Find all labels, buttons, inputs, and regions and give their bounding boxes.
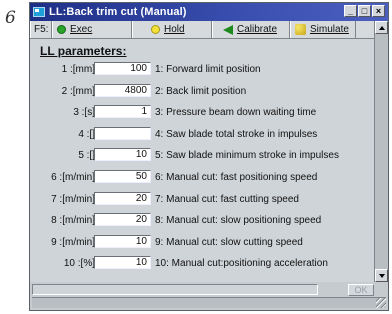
simulate-label: Simulate [310, 24, 349, 35]
parameter-description: 3: Pressure beam down waiting time [155, 107, 317, 119]
parameter-row: 8 :[m/min] 20 8: Manual cut: slow positi… [30, 211, 374, 233]
simulate-icon [295, 24, 306, 35]
parameter-row: 7 :[m/min] 20 7: Manual cut: fast cuttin… [30, 190, 374, 212]
parameter-description: 10: Manual cut:positioning acceleration [155, 258, 328, 270]
parameter-description: 7: Manual cut: fast cutting speed [155, 193, 299, 205]
exec-status-icon [57, 25, 66, 34]
parameter-description: 4: Saw blade total stroke in impulses [155, 128, 318, 140]
parameters-window: LL:Back trim cut (Manual) _ □ × F5: Exec… [29, 2, 389, 311]
title-bar[interactable]: LL:Back trim cut (Manual) _ □ × [30, 3, 388, 21]
parameter-input[interactable]: 10 [94, 148, 151, 162]
hold-button[interactable]: Hold [132, 21, 212, 38]
function-key-label: F5: [30, 21, 52, 38]
section-title: LL parameters: [40, 44, 127, 58]
parameter-unit-label: 9 :[m/min] [51, 236, 95, 248]
calibrate-arrow-icon [223, 24, 233, 35]
parameter-row: 5 :[] 10 5: Saw blade minimum stroke in … [30, 146, 374, 168]
parameter-list: 1 :[mm] 100 1: Forward limit position 2 … [30, 60, 374, 276]
hold-status-icon [151, 25, 160, 34]
parameter-unit-label: 1 :[mm] [61, 64, 95, 75]
scroll-down-button[interactable] [375, 269, 388, 282]
simulate-button[interactable]: Simulate [290, 21, 356, 38]
parameter-row: 6 :[m/min] 50 6: Manual cut: fast positi… [30, 168, 374, 190]
horizontal-scrollbar[interactable] [32, 297, 386, 308]
parameter-input[interactable]: 20 [94, 213, 151, 227]
parameter-input[interactable]: 10 [94, 256, 151, 270]
window-controls: _ □ × [344, 5, 385, 17]
vertical-scrollbar[interactable] [374, 21, 388, 282]
exec-button[interactable]: Exec [52, 21, 132, 38]
status-area: OK [32, 284, 386, 308]
hold-label: Hold [164, 24, 185, 35]
status-field [32, 284, 318, 295]
parameter-input[interactable] [94, 126, 151, 140]
parameter-row: 2 :[mm] 4800 2: Back limit position [30, 82, 374, 104]
exec-label: Exec [70, 24, 93, 35]
parameter-unit-label: 3 :[s] [73, 107, 95, 119]
parameter-description: 1: Forward limit position [155, 64, 261, 75]
parameter-row: 3 :[s] 1 3: Pressure beam down waiting t… [30, 103, 374, 125]
close-button[interactable]: × [372, 5, 385, 17]
parameter-description: 5: Saw blade minimum stroke in impulses [155, 150, 339, 162]
parameter-description: 8: Manual cut: slow positioning speed [155, 215, 322, 227]
window-title: LL:Back trim cut (Manual) [49, 6, 187, 18]
parameters-panel: LL parameters: 1 :[mm] 100 1: Forward li… [30, 39, 374, 282]
calibrate-label: Calibrate [237, 24, 278, 35]
parameter-input[interactable]: 20 [94, 191, 151, 205]
arrow-up-icon [378, 25, 385, 30]
figure-label: 6 [5, 8, 16, 28]
parameter-input[interactable]: 10 [94, 234, 151, 248]
minimize-button[interactable]: _ [344, 5, 357, 17]
parameter-row: 9 :[m/min] 10 9: Manual cut: slow cuttin… [30, 233, 374, 255]
parameter-input[interactable]: 1 [94, 105, 151, 119]
parameter-unit-label: 4 :[] [78, 128, 95, 140]
parameter-unit-label: 10 :[%] [63, 258, 95, 270]
parameter-input[interactable]: 4800 [94, 83, 151, 97]
arrow-down-icon [378, 273, 385, 278]
parameter-unit-label: 8 :[m/min] [51, 215, 95, 227]
parameter-unit-label: 6 :[m/min] [51, 171, 95, 183]
parameter-description: 9: Manual cut: slow cutting speed [155, 236, 303, 248]
parameter-unit-label: 7 :[m/min] [51, 193, 95, 205]
resize-grip-icon[interactable] [376, 298, 386, 308]
parameter-row: 4 :[] 4: Saw blade total stroke in impul… [30, 125, 374, 147]
ok-button[interactable]: OK [348, 284, 374, 296]
toolbar: F5: Exec Hold Calibrate Simulate [30, 21, 374, 39]
parameter-unit-label: 5 :[] [78, 150, 95, 162]
parameter-description: 6: Manual cut: fast positioning speed [155, 171, 318, 183]
parameter-description: 2: Back limit position [155, 85, 247, 97]
parameter-unit-label: 2 :[mm] [61, 85, 95, 97]
parameter-row: 10 :[%] 10 10: Manual cut:positioning ac… [30, 254, 374, 276]
parameter-input[interactable]: 100 [94, 62, 151, 75]
app-icon [33, 7, 45, 17]
parameter-row: 1 :[mm] 100 1: Forward limit position [30, 60, 374, 82]
scroll-up-button[interactable] [375, 21, 388, 34]
calibrate-button[interactable]: Calibrate [212, 21, 290, 38]
parameter-input[interactable]: 50 [94, 169, 151, 183]
maximize-button[interactable]: □ [358, 5, 371, 17]
